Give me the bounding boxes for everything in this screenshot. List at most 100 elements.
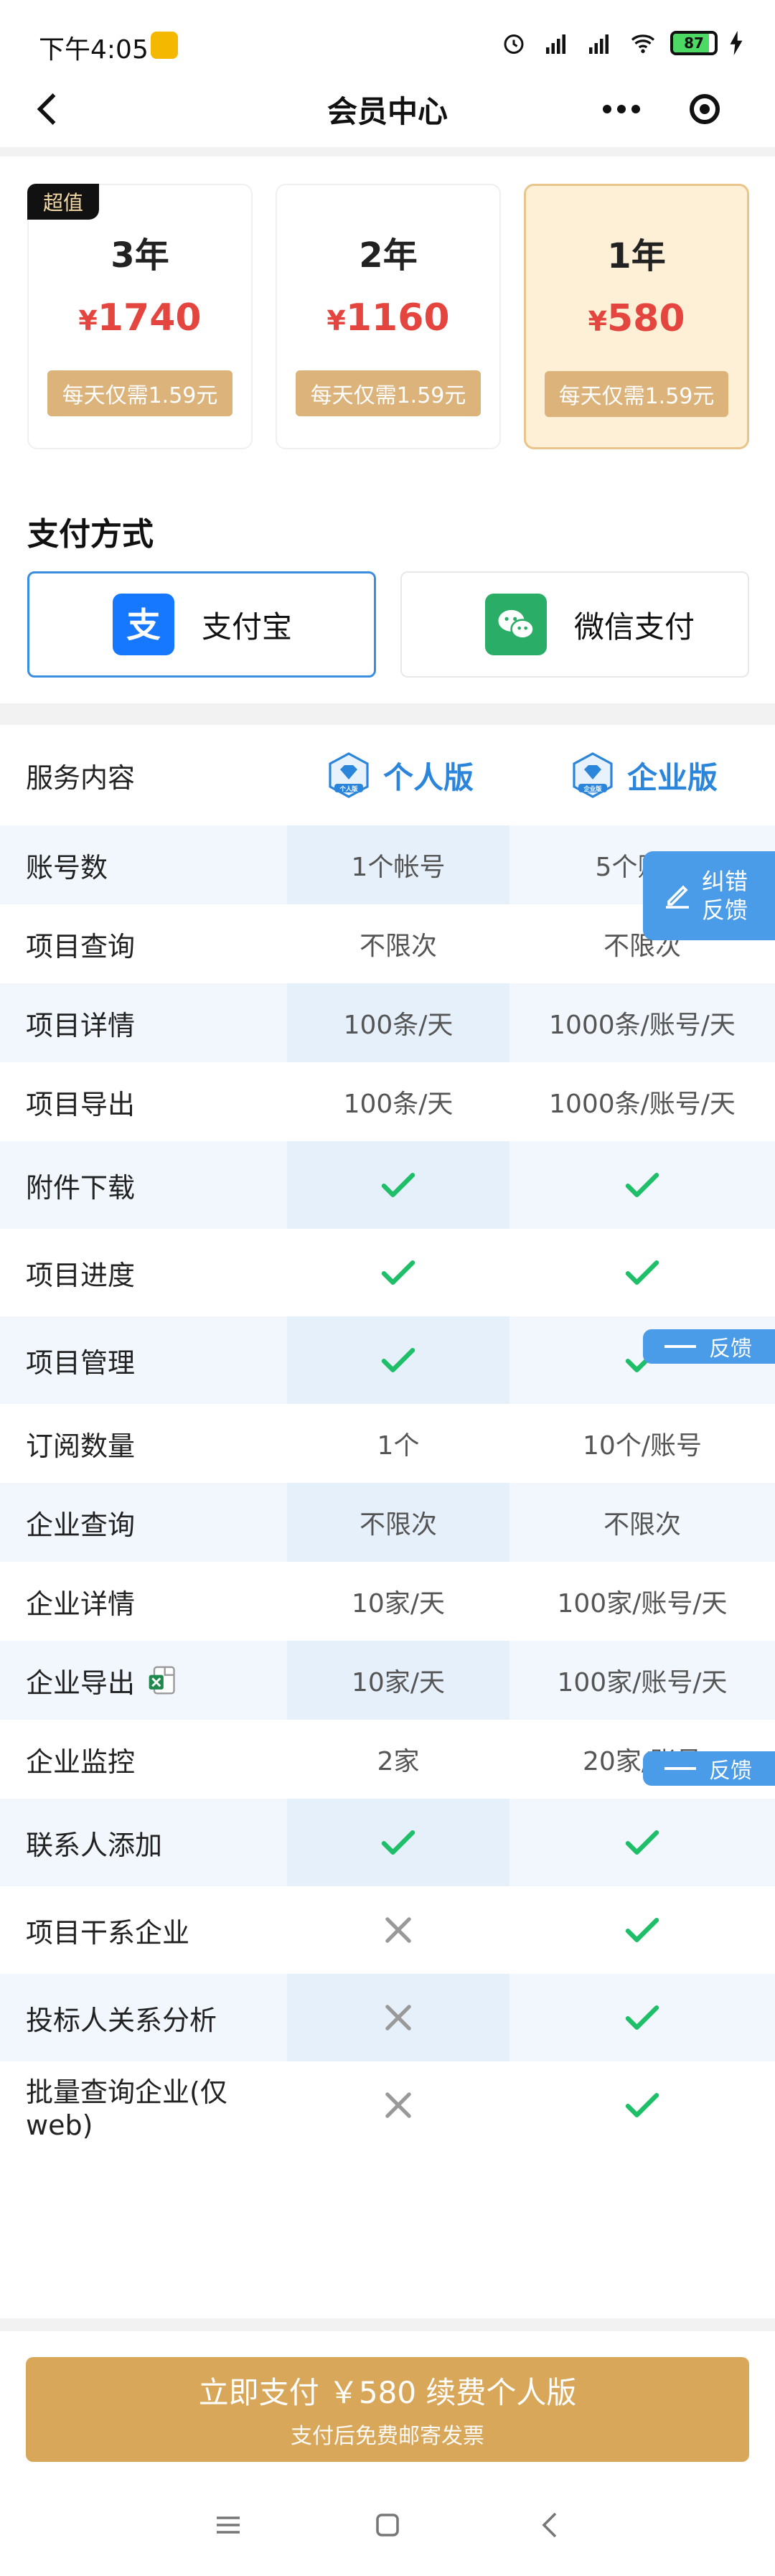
enterprise-cell: 10个/账号 bbox=[509, 1404, 775, 1483]
edit-icon bbox=[666, 885, 689, 909]
check-icon bbox=[625, 1918, 659, 1942]
row-label: 项目管理 bbox=[0, 1341, 287, 1380]
home-icon[interactable] bbox=[370, 2508, 405, 2542]
row-label-text: 企业监控 bbox=[26, 1746, 136, 1778]
svg-text:支: 支 bbox=[126, 606, 161, 646]
row-label: 项目进度 bbox=[0, 1253, 287, 1293]
feedback-line2: 反馈 bbox=[702, 896, 748, 924]
plan-price: ¥1160 bbox=[327, 296, 450, 339]
enterprise-cell bbox=[509, 1886, 775, 1974]
row-label: 企业详情 bbox=[0, 1582, 287, 1621]
row-label: 项目查询 bbox=[0, 924, 287, 964]
header-enterprise: 企业版 企业版 bbox=[509, 725, 775, 825]
enterprise-cell: 1000条/账号/天 bbox=[509, 1062, 775, 1141]
system-nav-bar bbox=[0, 2475, 775, 2576]
plan-card-2y[interactable]: 2年 ¥1160 每天仅需1.59元 bbox=[276, 184, 501, 449]
enterprise-cell bbox=[509, 1141, 775, 1229]
payment-option-wechat[interactable]: 微信支付 bbox=[400, 571, 749, 678]
table-row: 项目进度 bbox=[0, 1229, 775, 1316]
personal-value: 10家/天 bbox=[352, 1589, 445, 1619]
table-row: 投标人关系分析 bbox=[0, 1974, 775, 2061]
check-icon bbox=[381, 1348, 415, 1372]
enterprise-cell: 不限次 bbox=[509, 1483, 775, 1562]
wechat-pay-icon bbox=[485, 594, 547, 655]
back-icon[interactable] bbox=[534, 2508, 568, 2542]
row-label: 项目详情 bbox=[0, 1003, 287, 1043]
close-miniapp-icon[interactable] bbox=[663, 80, 746, 138]
row-label: 投标人关系分析 bbox=[0, 1998, 287, 2038]
plan-duration: 1年 bbox=[607, 236, 666, 276]
dash-icon bbox=[664, 1345, 696, 1348]
check-icon bbox=[381, 1830, 415, 1855]
payment-option-alipay[interactable]: 支 支付宝 bbox=[27, 571, 376, 678]
check-icon bbox=[625, 1260, 659, 1285]
status-time: 下午4:05 bbox=[39, 35, 149, 65]
table-row: 企业详情 10家/天 100家/账号/天 bbox=[0, 1562, 775, 1641]
row-label-text: 投标人关系分析 bbox=[26, 2004, 217, 2036]
battery-icon: 87 bbox=[670, 31, 718, 55]
personal-cell: 不限次 bbox=[287, 904, 509, 983]
row-label-text: 项目详情 bbox=[26, 1009, 136, 1041]
personal-version-label: 个人版 bbox=[382, 759, 474, 795]
personal-value: 2家 bbox=[377, 1747, 420, 1776]
check-icon bbox=[381, 1173, 415, 1197]
personal-cell bbox=[287, 1316, 509, 1404]
row-label-text: 项目查询 bbox=[26, 930, 136, 963]
personal-value: 1个 bbox=[377, 1431, 420, 1461]
enterprise-value: 100家/账号/天 bbox=[557, 1589, 728, 1619]
menu-icon[interactable] bbox=[211, 2508, 245, 2542]
table-row: 项目导出 100条/天 1000条/账号/天 bbox=[0, 1062, 775, 1141]
nav-bar: 会员中心 bbox=[0, 72, 775, 147]
feedback-button[interactable]: 纠错 反馈 bbox=[643, 851, 775, 940]
comparison-table: 服务内容 个人版 个人版 企业版 企业版 账号数 1个帐号 5个账号 项目查询 不限次不… bbox=[0, 725, 775, 2318]
plans-section: 超值 3年 ¥1740 每天仅需1.59元 2年 ¥1160 每天仅需1.59元… bbox=[0, 156, 775, 703]
row-label-text: 项目进度 bbox=[26, 1259, 136, 1291]
check-icon bbox=[625, 2005, 659, 2030]
enterprise-cell bbox=[509, 2061, 775, 2149]
personal-cell: 1个帐号 bbox=[287, 825, 509, 904]
pay-now-button[interactable]: 立即支付 ￥580 续费个人版 支付后免费邮寄发票 bbox=[26, 2357, 749, 2462]
row-label: 项目干系企业 bbox=[0, 1911, 287, 1950]
plan-card-3y[interactable]: 超值 3年 ¥1740 每天仅需1.59元 bbox=[27, 184, 253, 449]
feedback-tab[interactable]: 反馈 bbox=[643, 1751, 775, 1786]
personal-value: 100条/天 bbox=[343, 1090, 454, 1119]
row-label-text: 项目管理 bbox=[26, 1346, 136, 1379]
personal-cell: 10家/天 bbox=[287, 1562, 509, 1641]
signal-icon bbox=[546, 34, 565, 54]
table-row: 企业导出 10家/天 100家/账号/天 bbox=[0, 1641, 775, 1720]
row-label-text: 账号数 bbox=[26, 851, 108, 884]
table-row: 订阅数量 1个 10个/账号 bbox=[0, 1404, 775, 1483]
enterprise-cell bbox=[509, 1229, 775, 1316]
row-label: 账号数 bbox=[0, 846, 287, 885]
check-icon bbox=[625, 1173, 659, 1197]
personal-cell: 100条/天 bbox=[287, 1062, 509, 1141]
enterprise-value: 1000条/账号/天 bbox=[549, 1011, 736, 1040]
plan-card-1y[interactable]: 1年 ¥580 每天仅需1.59元 bbox=[524, 184, 749, 449]
feedback-tab-label: 反馈 bbox=[709, 1336, 752, 1362]
feedback-tab[interactable]: 反馈 bbox=[643, 1329, 775, 1364]
personal-value: 1个帐号 bbox=[351, 853, 446, 882]
payment-label: 微信支付 bbox=[574, 609, 695, 645]
table-row: 附件下载 bbox=[0, 1141, 775, 1229]
plan-daily-price: 每天仅需1.59元 bbox=[545, 371, 728, 417]
table-row: 批量查询企业(仅web) bbox=[0, 2061, 775, 2149]
check-icon bbox=[625, 1830, 659, 1855]
enterprise-cell bbox=[509, 1974, 775, 2061]
miniapp-capsule bbox=[580, 80, 746, 138]
plan-daily-price: 每天仅需1.59元 bbox=[47, 370, 232, 416]
personal-cell bbox=[287, 1886, 509, 1974]
table-header: 服务内容 个人版 个人版 企业版 企业版 bbox=[0, 725, 775, 825]
payment-label: 支付宝 bbox=[202, 609, 293, 645]
header-personal: 个人版 个人版 bbox=[287, 725, 509, 825]
row-label: 附件下载 bbox=[0, 1166, 287, 1205]
plan-duration: 2年 bbox=[359, 235, 418, 276]
row-label-text: 企业查询 bbox=[26, 1509, 136, 1541]
svg-text:企业版: 企业版 bbox=[583, 785, 602, 792]
personal-cell: 2家 bbox=[287, 1720, 509, 1799]
status-icons: 87 bbox=[498, 27, 743, 59]
personal-cell bbox=[287, 1799, 509, 1886]
enterprise-version-label: 企业版 bbox=[626, 759, 718, 795]
personal-cell: 1个 bbox=[287, 1404, 509, 1483]
row-label: 联系人添加 bbox=[0, 1823, 287, 1863]
more-icon[interactable] bbox=[580, 80, 663, 138]
